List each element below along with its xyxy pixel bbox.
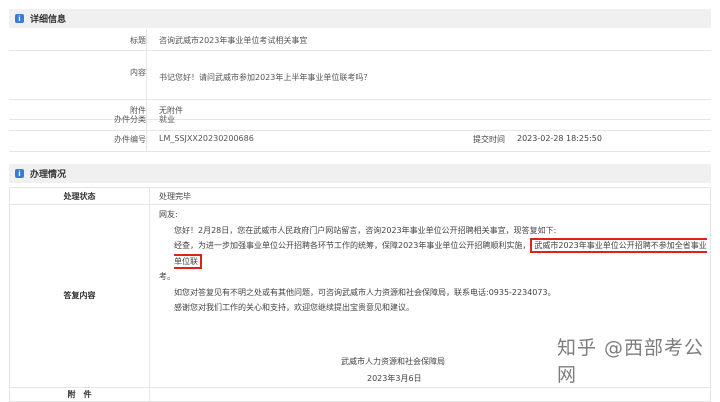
reply-para4: 感谢您对我们工作的关心和支持，欢迎您继续提出宝贵意见和建议。 — [174, 303, 414, 312]
handling-header-text: 办理情况 — [30, 170, 67, 180]
reply-para1: 您好！2月28日，您在武威市人民政府门户网站留言，咨询2023年事业单位公开招聘… — [174, 225, 557, 235]
attachment-row: 附 件 — [9, 386, 711, 402]
attachment-value — [149, 386, 711, 402]
watermark: 知乎 @西部考公网 — [557, 337, 705, 386]
detail-header-text: 详细信息 — [30, 15, 67, 25]
handling-section-header: i 办理情况 — [9, 164, 711, 183]
number-label: 办件编号 — [114, 135, 146, 144]
title-value: 咨询武威市2023年事业单位考试相关事宜 — [159, 36, 308, 45]
reply-para2: 经查，为进一步加强事业单位公开招聘各环节工作的统筹，保障2023年事业单位公开招… — [159, 238, 710, 269]
reply-greeting: 网友: — [159, 210, 178, 219]
title-row: 标题 咨询武威市2023年事业单位考试相关事宜 — [9, 29, 711, 51]
status-label: 处理状态 — [9, 187, 150, 205]
category-label: 办件分类 — [114, 115, 146, 124]
number-value: LM_SSJXX20230200686 — [159, 134, 254, 143]
detail-divider — [146, 29, 147, 151]
reply-para3: 如您对答复见有不明之处或有其他问题，可咨询武威市人力资源和社会保障局，联系电话:… — [174, 287, 556, 297]
status-row: 处理状态 处理完毕 — [9, 187, 711, 205]
submit-value: 2023-02-28 18:25:50 — [517, 134, 602, 143]
info-icon: i — [15, 14, 24, 23]
title-label: 标题 — [130, 36, 146, 45]
reply-para2a: 经查，为进一步加强事业单位公开招聘各环节工作的统筹，保障2023年事业单位公开招… — [174, 241, 531, 250]
content-label: 内容 — [130, 68, 146, 77]
status-value: 处理完毕 — [149, 187, 711, 205]
content-row: 内容 书记您好！请问武威市参加2023年上半年事业单位联考吗？ — [9, 51, 711, 100]
detail-section-header: i 详细信息 — [9, 9, 711, 28]
content-value: 书记您好！请问武威市参加2023年上半年事业单位联考吗？ — [159, 73, 372, 82]
info-icon: i — [15, 169, 24, 178]
submit-label: 提交时间 — [473, 135, 505, 144]
category-value: 就业 — [159, 115, 175, 124]
attachment-label: 附 件 — [9, 386, 150, 402]
reply-label: 答复内容 — [9, 204, 150, 388]
number-row: 办件编号 LM_SSJXX20230200686 提交时间 2023-02-28… — [9, 131, 711, 152]
category-row: 办件分类 就业 — [9, 115, 711, 131]
reply-para2c: 考。 — [159, 272, 175, 281]
